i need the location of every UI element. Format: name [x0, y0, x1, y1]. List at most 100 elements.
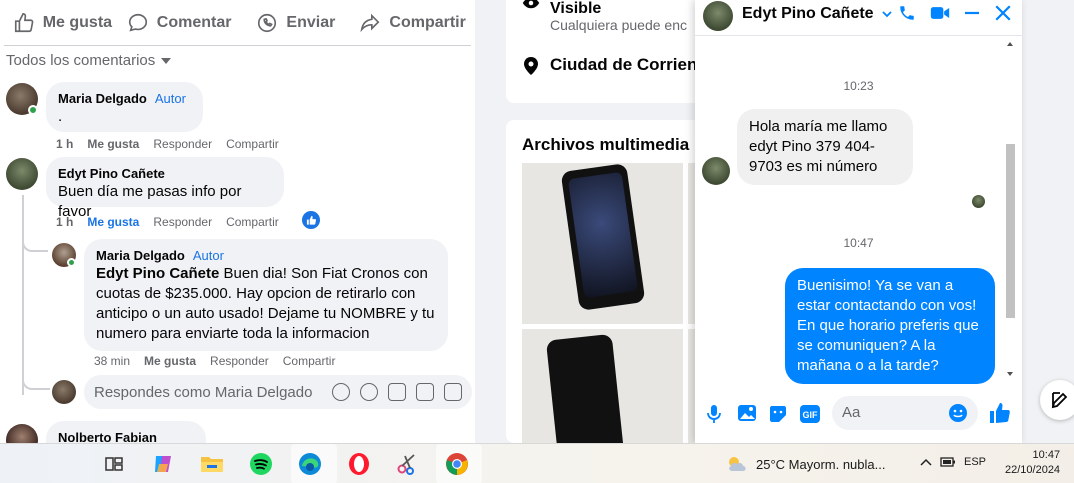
- chat-contact-name: Edyt Pino Cañete: [742, 5, 874, 22]
- chat-scrollbar[interactable]: [1004, 40, 1016, 380]
- thread-connector: [22, 232, 48, 252]
- reply-share-link[interactable]: Compartir: [283, 354, 336, 368]
- post-action-bar: Me gusta Comentar Enviar Compartir: [4, 0, 471, 46]
- gif-icon[interactable]: [416, 383, 434, 401]
- comment-author[interactable]: Maria Delgado: [58, 91, 147, 106]
- comment-reply-link[interactable]: Responder: [153, 137, 212, 151]
- comment-author[interactable]: Edyt Pino Cañete: [58, 165, 272, 182]
- media-title: Archivos multimedia re: [522, 135, 711, 154]
- send-button[interactable]: Enviar: [238, 12, 355, 34]
- comment-share-link[interactable]: Compartir: [226, 215, 279, 229]
- emoji-icon[interactable]: [948, 403, 968, 423]
- messenger-chat-window: Edyt Pino Cañete 10:23 Hola maría me lla…: [695, 0, 1022, 443]
- reply-author[interactable]: Maria Delgado: [96, 248, 185, 263]
- comment-bubble: Nolberto Fabian Maciel: [46, 421, 206, 443]
- reply-mention[interactable]: Edyt Pino Cañete: [96, 265, 219, 282]
- chrome-browser-icon[interactable]: [443, 450, 471, 478]
- snipping-tool-icon[interactable]: [394, 450, 422, 478]
- like-label: Me gusta: [42, 13, 113, 31]
- input-language[interactable]: ESP: [964, 456, 986, 468]
- chevron-down-icon: [881, 11, 892, 18]
- chat-contact-button[interactable]: Edyt Pino Cañete: [742, 5, 892, 23]
- incoming-message[interactable]: Hola maría me llamo edyt Pino 379 404-97…: [737, 109, 913, 185]
- avatar[interactable]: [52, 380, 76, 404]
- svg-text:GIF: GIF: [803, 410, 819, 420]
- minimize-icon[interactable]: [964, 5, 980, 21]
- visibility-title: Visible: [550, 0, 602, 17]
- close-icon[interactable]: [994, 4, 1012, 22]
- media-photo[interactable]: [522, 329, 683, 443]
- online-indicator: [67, 258, 76, 267]
- cloudy-weather-icon: [729, 457, 746, 471]
- whatsapp-icon: [258, 13, 277, 32]
- comment-like-link[interactable]: Me gusta: [87, 215, 139, 229]
- comment-button[interactable]: Comentar: [121, 12, 238, 34]
- chevron-up-icon[interactable]: [920, 458, 932, 466]
- weather-widget[interactable]: 25°C Mayorm. nubla...: [726, 455, 885, 473]
- reply-reply-link[interactable]: Responder: [210, 354, 269, 368]
- comment-time[interactable]: 1 h: [56, 215, 73, 229]
- reply-bubble: Maria Delgado Autor Edyt Pino Cañete Buen…: [84, 239, 448, 351]
- reply-time[interactable]: 38 min: [94, 354, 130, 368]
- send-label: Enviar: [286, 13, 336, 31]
- comment-reply-link[interactable]: Responder: [153, 215, 212, 229]
- sender-avatar[interactable]: [702, 157, 730, 185]
- outgoing-message[interactable]: Buenisimo! Ya se van a estar contactando…: [785, 268, 995, 384]
- copilot-icon[interactable]: [149, 450, 177, 478]
- photo-icon[interactable]: [737, 404, 757, 422]
- sticker-icon[interactable]: [444, 383, 462, 401]
- comments-sort-dropdown[interactable]: Todos los comentarios: [6, 52, 172, 69]
- new-message-button[interactable]: [1040, 380, 1074, 420]
- comment-label: Comentar: [156, 13, 232, 31]
- reply-input-placeholder: Respondes como Maria Delgado: [94, 383, 313, 401]
- media-photo[interactable]: [522, 163, 683, 324]
- comment-meta: 1 h Me gusta Responder Compartir: [56, 215, 279, 229]
- like-button[interactable]: Me gusta: [4, 12, 121, 34]
- message-input-placeholder: Aa: [842, 404, 861, 421]
- author-badge: Autor: [192, 248, 224, 263]
- emoji-icon[interactable]: [360, 383, 378, 401]
- share-button[interactable]: Compartir: [354, 12, 471, 34]
- scrollbar-thumb[interactable]: [1006, 144, 1015, 318]
- sticker-icon[interactable]: [768, 404, 788, 424]
- compose-icon: [1051, 392, 1068, 409]
- file-explorer-icon[interactable]: [198, 450, 226, 478]
- chat-header: Edyt Pino Cañete: [695, 0, 1022, 36]
- comment-bubble: Maria Delgado Autor .: [46, 82, 203, 132]
- video-call-icon[interactable]: [930, 5, 950, 21]
- scroll-up-arrow-icon[interactable]: [1006, 40, 1014, 48]
- camera-icon[interactable]: [388, 383, 406, 401]
- clock[interactable]: 10:47 22/10/2024: [1005, 448, 1060, 478]
- task-view-icon[interactable]: [100, 450, 128, 478]
- spotify-icon[interactable]: [247, 450, 275, 478]
- comment-author[interactable]: Nolberto Fabian Maciel: [58, 429, 194, 443]
- city-label[interactable]: Ciudad de Corrient: [550, 55, 703, 75]
- comment-share-link[interactable]: Compartir: [226, 137, 279, 151]
- avatar-sticker-icon[interactable]: [332, 383, 350, 401]
- thumbs-up-send-icon[interactable]: [988, 401, 1012, 425]
- microphone-icon[interactable]: [707, 404, 721, 424]
- comments-sort-label: Todos los comentarios: [6, 52, 156, 69]
- scroll-down-arrow-icon[interactable]: [1006, 370, 1014, 378]
- clock-date: 22/10/2024: [1005, 464, 1061, 476]
- chat-avatar[interactable]: [703, 1, 733, 31]
- profile-details-card: [506, 0, 716, 103]
- thread-connector: [22, 370, 50, 390]
- edge-browser-icon[interactable]: [296, 450, 324, 478]
- avatar[interactable]: [6, 158, 38, 190]
- comment-like-link[interactable]: Me gusta: [87, 137, 139, 151]
- gif-icon[interactable]: GIF: [799, 404, 821, 424]
- author-badge: Autor: [154, 91, 186, 106]
- eye-icon: [522, 0, 540, 9]
- clock-time: 10:47: [1032, 449, 1061, 461]
- comment-bubble: Edyt Pino Cañete Buen día me pasas info …: [46, 157, 284, 220]
- avatar[interactable]: [6, 424, 38, 443]
- comment-time[interactable]: 1 h: [56, 137, 73, 151]
- system-tray: ESP: [920, 456, 986, 468]
- reply-like-link[interactable]: Me gusta: [144, 354, 196, 368]
- reply-input[interactable]: Respondes como Maria Delgado: [84, 375, 472, 409]
- phone-call-icon[interactable]: [898, 4, 916, 22]
- opera-browser-icon[interactable]: [345, 450, 373, 478]
- battery-icon[interactable]: [940, 456, 956, 468]
- like-reaction-icon[interactable]: [302, 211, 320, 229]
